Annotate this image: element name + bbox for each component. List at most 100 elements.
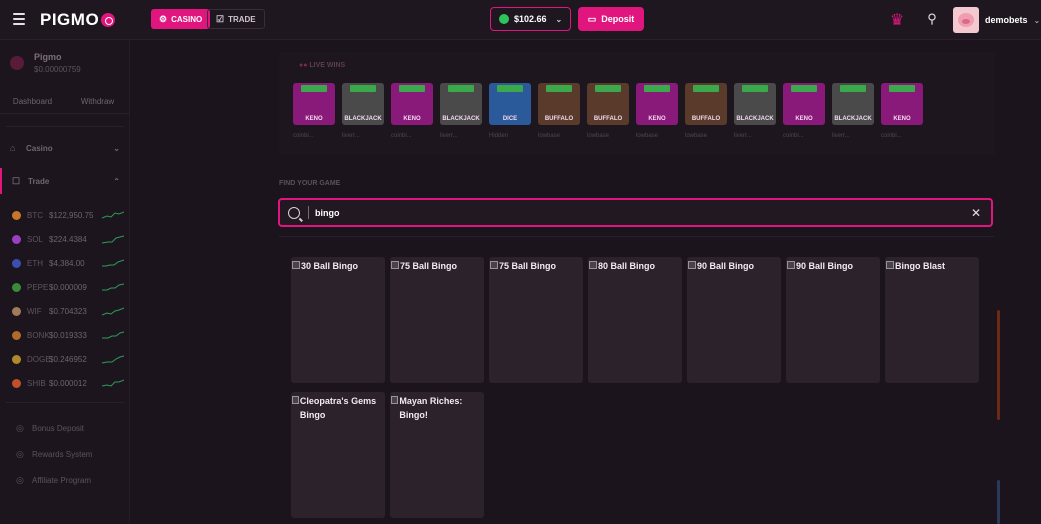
game-title-text: 90 Ball Bingo bbox=[697, 261, 755, 271]
game-card[interactable]: Bingo Blast bbox=[885, 257, 979, 383]
live-win-tile[interactable]: BUFFALO bbox=[587, 83, 629, 125]
balance-dropdown[interactable]: $102.66 ⌄ bbox=[490, 7, 571, 31]
live-win-tile[interactable]: KENO bbox=[783, 83, 825, 125]
game-card[interactable]: Mayan Riches: Bingo! bbox=[390, 392, 484, 518]
chart-icon: ☑ bbox=[216, 13, 225, 24]
coin-row-btc[interactable]: BTC $122,950.75 bbox=[0, 203, 130, 227]
tab-trade[interactable]: ☑ TRADE bbox=[207, 9, 265, 29]
tile-user: liverr... bbox=[342, 133, 360, 139]
game-card[interactable]: 80 Ball Bingo bbox=[588, 257, 682, 383]
tab-dashboard[interactable]: Dashboard bbox=[0, 90, 65, 113]
tile-label: KENO bbox=[648, 116, 666, 122]
scrollbar-lower[interactable] bbox=[997, 480, 1000, 524]
game-card[interactable]: Cleopatra's Gems Bingo bbox=[291, 392, 385, 518]
game-card[interactable]: 30 Ball Bingo bbox=[291, 257, 385, 383]
coin-symbol: ETH bbox=[27, 258, 43, 268]
game-title-text: Mayan Riches: Bingo! bbox=[399, 396, 463, 420]
sidebar-item-casino[interactable]: ⌂ Casino ⌄ bbox=[0, 135, 130, 161]
coin-symbol: WIF bbox=[27, 306, 42, 316]
coin-row-shib[interactable]: SHIB $0.000012 bbox=[0, 371, 130, 395]
live-win-tile[interactable]: DICE bbox=[489, 83, 531, 125]
user-menu[interactable]: demobets ⌄ bbox=[953, 6, 1040, 34]
win-tag bbox=[742, 85, 768, 92]
sidebar-item-rewards-system[interactable]: ◎ Rewards System bbox=[0, 441, 130, 467]
search-icon[interactable]: ⚲ bbox=[924, 11, 940, 27]
game-card-title: Bingo Blast bbox=[886, 259, 945, 273]
logo-dot-icon bbox=[101, 13, 116, 27]
game-title-text: Cleopatra's Gems Bingo bbox=[299, 396, 377, 420]
live-dot-icon: ●● bbox=[299, 62, 310, 69]
sol-icon bbox=[12, 234, 21, 244]
coin-row-eth[interactable]: ETH $4,384.00 bbox=[0, 251, 130, 275]
bonk-icon bbox=[12, 330, 21, 340]
game-title-text: 90 Ball Bingo bbox=[796, 261, 854, 271]
game-card[interactable]: 75 Ball Bingo bbox=[489, 257, 583, 383]
tile-label: KENO bbox=[795, 116, 813, 122]
broken-image-icon bbox=[391, 261, 399, 269]
game-card-title: 90 Ball Bingo bbox=[688, 259, 754, 273]
coin-row-pepe[interactable]: PEPE $0.000009 bbox=[0, 275, 130, 299]
search-results: 30 Ball Bingo 75 Ball Bingo 75 Ball Bingo 8… bbox=[279, 236, 994, 524]
menu-icon[interactable] bbox=[13, 13, 25, 25]
win-tag bbox=[791, 85, 817, 92]
crown-icon[interactable]: ♛ bbox=[886, 10, 908, 30]
game-search[interactable]: ✕ bbox=[278, 198, 993, 227]
scrollbar[interactable] bbox=[997, 310, 1000, 420]
live-win-tile[interactable]: BUFFALO bbox=[685, 83, 727, 125]
win-tag bbox=[399, 85, 425, 92]
search-icon bbox=[288, 206, 300, 219]
sparkline-icon bbox=[102, 379, 124, 387]
search-input[interactable] bbox=[308, 206, 948, 219]
sidebar-item-bonus-deposit[interactable]: ◎ Bonus Deposit bbox=[0, 415, 130, 441]
sidebar-item-label: Bonus Deposit bbox=[32, 423, 85, 433]
deposit-button[interactable]: ▭ Deposit bbox=[578, 7, 644, 31]
tab-casino-label: CASINO bbox=[171, 14, 203, 24]
live-win-tile[interactable]: KENO bbox=[391, 83, 433, 125]
coin-price: $0.019333 bbox=[49, 330, 87, 340]
balance-value: $102.66 bbox=[514, 14, 547, 24]
live-win-tile[interactable]: BLACKJACK bbox=[342, 83, 384, 125]
tab-withdraw[interactable]: Withdraw bbox=[65, 90, 130, 113]
coin-row-doge[interactable]: DOGE $0.246952 bbox=[0, 347, 130, 371]
game-card[interactable]: 90 Ball Bingo bbox=[786, 257, 880, 383]
find-label: FIND YOUR GAME bbox=[279, 180, 341, 187]
win-tag bbox=[301, 85, 327, 92]
tile-user: liverr... bbox=[440, 133, 458, 139]
tile-user: lowbase bbox=[538, 133, 561, 139]
gift-icon: ◎ bbox=[16, 422, 24, 433]
avatar bbox=[953, 7, 979, 33]
chevron-down-icon: ⌄ bbox=[113, 143, 120, 153]
tile-label: BUFFALO bbox=[544, 116, 574, 122]
live-win-tile[interactable]: KENO bbox=[636, 83, 678, 125]
tab-casino[interactable]: ⚙ CASINO bbox=[151, 9, 211, 29]
live-win-tile[interactable]: KENO bbox=[881, 83, 923, 125]
live-win-tile[interactable]: BLACKJACK bbox=[734, 83, 776, 125]
live-win-tile[interactable]: KENO bbox=[293, 83, 335, 125]
sidebar-item-affiliate-program[interactable]: ◎ Affiliate Program bbox=[0, 467, 130, 493]
logo[interactable]: PIGMO bbox=[40, 10, 116, 30]
chevron-up-icon: ⌃ bbox=[113, 176, 120, 186]
win-tag bbox=[546, 85, 572, 92]
sidebar-item-label: Affiliate Program bbox=[32, 475, 91, 485]
tile-label: KENO bbox=[403, 116, 421, 122]
coin-row-sol[interactable]: SOL $224.4384 bbox=[0, 227, 130, 251]
live-win-tile[interactable]: BUFFALO bbox=[538, 83, 580, 125]
live-win-tile[interactable]: BLACKJACK bbox=[440, 83, 482, 125]
coin-row-wif[interactable]: WIF $0.704323 bbox=[0, 299, 130, 323]
sidebar-item-trade[interactable]: ☐ Trade ⌃ bbox=[0, 168, 130, 194]
live-win-tile[interactable]: BLACKJACK bbox=[832, 83, 874, 125]
tile-label: BLACKJACK bbox=[344, 116, 382, 122]
coin-symbol: DOGE bbox=[27, 354, 51, 364]
sparkline-icon bbox=[102, 235, 124, 244]
game-card[interactable]: 90 Ball Bingo bbox=[687, 257, 781, 383]
chevron-down-icon: ⌄ bbox=[555, 14, 563, 24]
brand-balance: $0.00000759 bbox=[34, 65, 81, 74]
pigmo-logo-icon bbox=[10, 56, 24, 70]
coin-price: $224.4384 bbox=[49, 234, 87, 244]
username: demobets bbox=[985, 15, 1028, 25]
game-card[interactable]: 75 Ball Bingo bbox=[390, 257, 484, 383]
coin-row-bonk[interactable]: BONK $0.019333 bbox=[0, 323, 130, 347]
close-icon[interactable]: ✕ bbox=[971, 206, 981, 220]
people-icon: ◎ bbox=[16, 474, 24, 485]
game-card-title: 80 Ball Bingo bbox=[589, 259, 655, 273]
